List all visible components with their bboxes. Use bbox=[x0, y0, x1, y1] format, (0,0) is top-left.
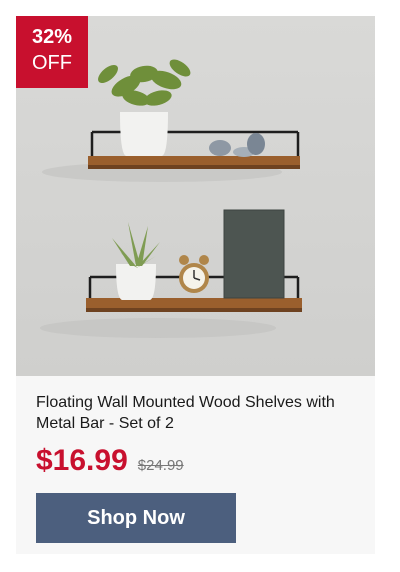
succulent bbox=[112, 222, 160, 268]
succulent-pot bbox=[116, 264, 156, 300]
book bbox=[224, 210, 284, 298]
discount-badge: 32% OFF bbox=[16, 16, 88, 88]
plant bbox=[98, 59, 191, 106]
discount-label: OFF bbox=[32, 52, 72, 74]
original-price: $24.99 bbox=[137, 457, 184, 474]
sale-price: $16.99 bbox=[36, 444, 128, 477]
product-image[interactable]: 32% OFF bbox=[16, 16, 375, 376]
product-info: Floating Wall Mounted Wood Shelves with … bbox=[36, 392, 356, 478]
price-row: $16.99 $24.99 bbox=[36, 444, 356, 478]
shop-now-button[interactable]: Shop Now bbox=[36, 493, 236, 543]
discount-percent: 32% bbox=[31, 26, 73, 48]
plant-pot bbox=[120, 112, 168, 156]
product-card: 32% OFF Floating Wall Mounted Wood Shelv… bbox=[16, 16, 375, 554]
product-title[interactable]: Floating Wall Mounted Wood Shelves with … bbox=[36, 392, 356, 434]
